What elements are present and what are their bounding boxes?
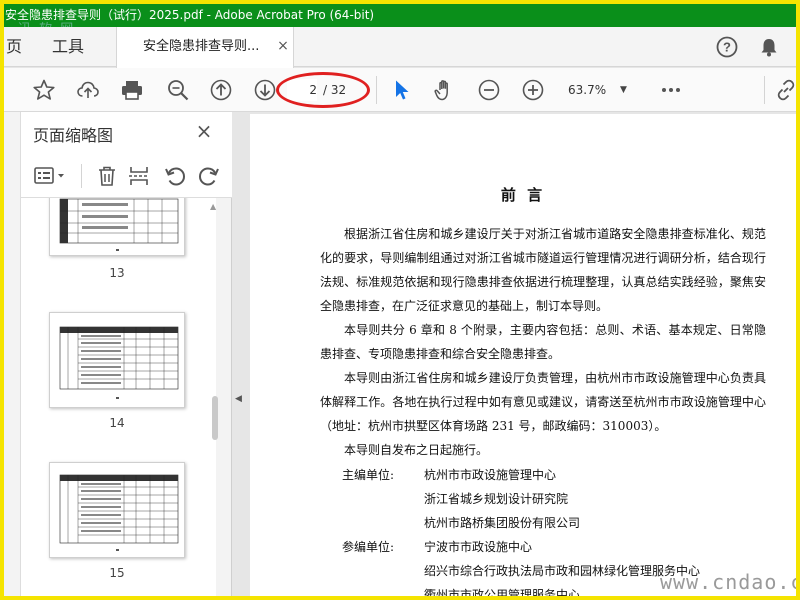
chief-units-label: 主编单位: xyxy=(342,468,395,482)
chevron-down-icon: ▼ xyxy=(620,85,627,95)
print-icon[interactable] xyxy=(120,78,144,102)
paragraph: 本导则共分 6 章和 8 个附录，主要内容包括：总则、术语、基本规定、日常隐患排… xyxy=(320,323,766,361)
participating-unit: 宁波市市政设施中心 xyxy=(424,540,533,554)
close-pane-icon[interactable]: × xyxy=(193,120,215,142)
close-tab-icon[interactable]: × xyxy=(275,38,291,54)
toolbar-divider xyxy=(764,76,765,104)
document-tab-label: 安全隐患排查导则... xyxy=(143,39,260,54)
cloud-upload-icon[interactable] xyxy=(76,78,100,102)
rotate-left-icon[interactable] xyxy=(163,164,187,188)
watermark-bottom: www.cndao.com xyxy=(660,570,796,594)
zoom-level-select[interactable]: 63.7% ▼ xyxy=(560,78,636,102)
thumbnail-scrollbar[interactable]: ▲ xyxy=(208,200,222,596)
pointer-icon[interactable] xyxy=(390,78,414,102)
page-thumbnail[interactable] xyxy=(49,312,185,408)
chief-unit: 杭州市市政设施管理中心 xyxy=(424,468,557,482)
tab-bar: 页 工具 安全隐患排查导则... × ? xyxy=(4,27,796,68)
page-heading: 前 言 xyxy=(500,186,546,204)
paragraph: 本导则由浙江省住房和城乡建设厅负责管理，由杭州市市政设施管理中心负责具体解释工作… xyxy=(320,371,766,433)
window-title-bar: 安全隐患排查导则（试行）2025.pdf - Adobe Acrobat Pro… xyxy=(4,4,796,27)
page-thumbnails-pane: 页面缩略图 × 13 14 15 ▲ xyxy=(4,112,232,596)
star-icon[interactable] xyxy=(32,78,56,102)
participating-unit: 绍兴市综合行政执法局市政和园林绿化管理服务中心 xyxy=(424,564,701,578)
document-page: 前 言 根据浙江省住房和城乡建设厅关于对浙江省城市道路安全隐患排查标准化、规范化… xyxy=(250,114,796,600)
arrow-down-icon[interactable] xyxy=(253,78,277,102)
thumbnail-options-icon[interactable] xyxy=(33,164,67,188)
participating-units-label: 参编单位: xyxy=(342,540,395,554)
menu-tools[interactable]: 工具 xyxy=(52,27,84,67)
rotate-right-icon[interactable] xyxy=(197,164,221,188)
toolbar-divider xyxy=(376,76,377,104)
paragraph: 本导则自发布之日起施行。 xyxy=(344,443,489,457)
red-circle-annotation xyxy=(276,72,370,108)
arrow-up-icon[interactable] xyxy=(209,78,233,102)
zoom-in-icon[interactable] xyxy=(521,78,545,102)
screenshot-frame: 安全隐患排查导则（试行）2025.pdf - Adobe Acrobat Pro… xyxy=(0,0,800,600)
trash-icon[interactable] xyxy=(95,164,119,188)
pane-collapse-handle[interactable]: ◀ xyxy=(232,112,246,596)
thumbnail-list[interactable]: 13 14 15 xyxy=(20,198,216,596)
pane-header: 页面缩略图 × xyxy=(20,112,232,154)
pane-divider xyxy=(81,164,82,188)
scrollbar-thumb[interactable] xyxy=(212,396,218,440)
zoom-level-value: 63.7% xyxy=(568,83,607,97)
link-icon[interactable] xyxy=(774,78,796,102)
bell-icon[interactable] xyxy=(758,36,780,58)
hand-icon[interactable] xyxy=(433,78,457,102)
zoom-search-icon[interactable] xyxy=(166,78,190,102)
page-thumbnail[interactable] xyxy=(49,198,185,256)
chevron-left-icon[interactable]: ◀ xyxy=(235,394,242,404)
pane-title: 页面缩略图 xyxy=(33,126,114,145)
document-view[interactable]: 前 言 根据浙江省住房和城乡建设厅关于对浙江省城市道路安全隐患排查标准化、规范化… xyxy=(246,112,796,600)
page-thumbnail[interactable] xyxy=(49,462,185,558)
chief-unit: 浙江省城乡规划设计研究院 xyxy=(424,492,569,506)
menu-home[interactable]: 页 xyxy=(6,27,22,67)
scroll-up-icon[interactable]: ▲ xyxy=(210,202,216,211)
extract-pages-icon[interactable] xyxy=(127,164,151,188)
svg-text:?: ? xyxy=(723,40,731,55)
thumbnail-label: 14 xyxy=(109,416,125,430)
chief-unit: 杭州市路桥集团股份有限公司 xyxy=(424,516,581,530)
more-icon[interactable] xyxy=(659,78,683,102)
pane-toolbar xyxy=(20,154,232,198)
toolbar: 2 / 32 63.7% ▼ xyxy=(4,68,796,112)
help-icon[interactable]: ? xyxy=(716,36,738,58)
paragraph: 根据浙江省住房和城乡建设厅关于对浙江省城市道路安全隐患排查标准化、规范化的要求，… xyxy=(320,227,766,313)
participating-unit: 衢州市市政公用管理服务中心 xyxy=(424,588,581,600)
thumbnail-label: 15 xyxy=(109,566,125,580)
thumbnail-label: 13 xyxy=(109,266,125,280)
document-tab[interactable]: 安全隐患排查导则... × xyxy=(116,27,294,68)
zoom-out-icon[interactable] xyxy=(477,78,501,102)
